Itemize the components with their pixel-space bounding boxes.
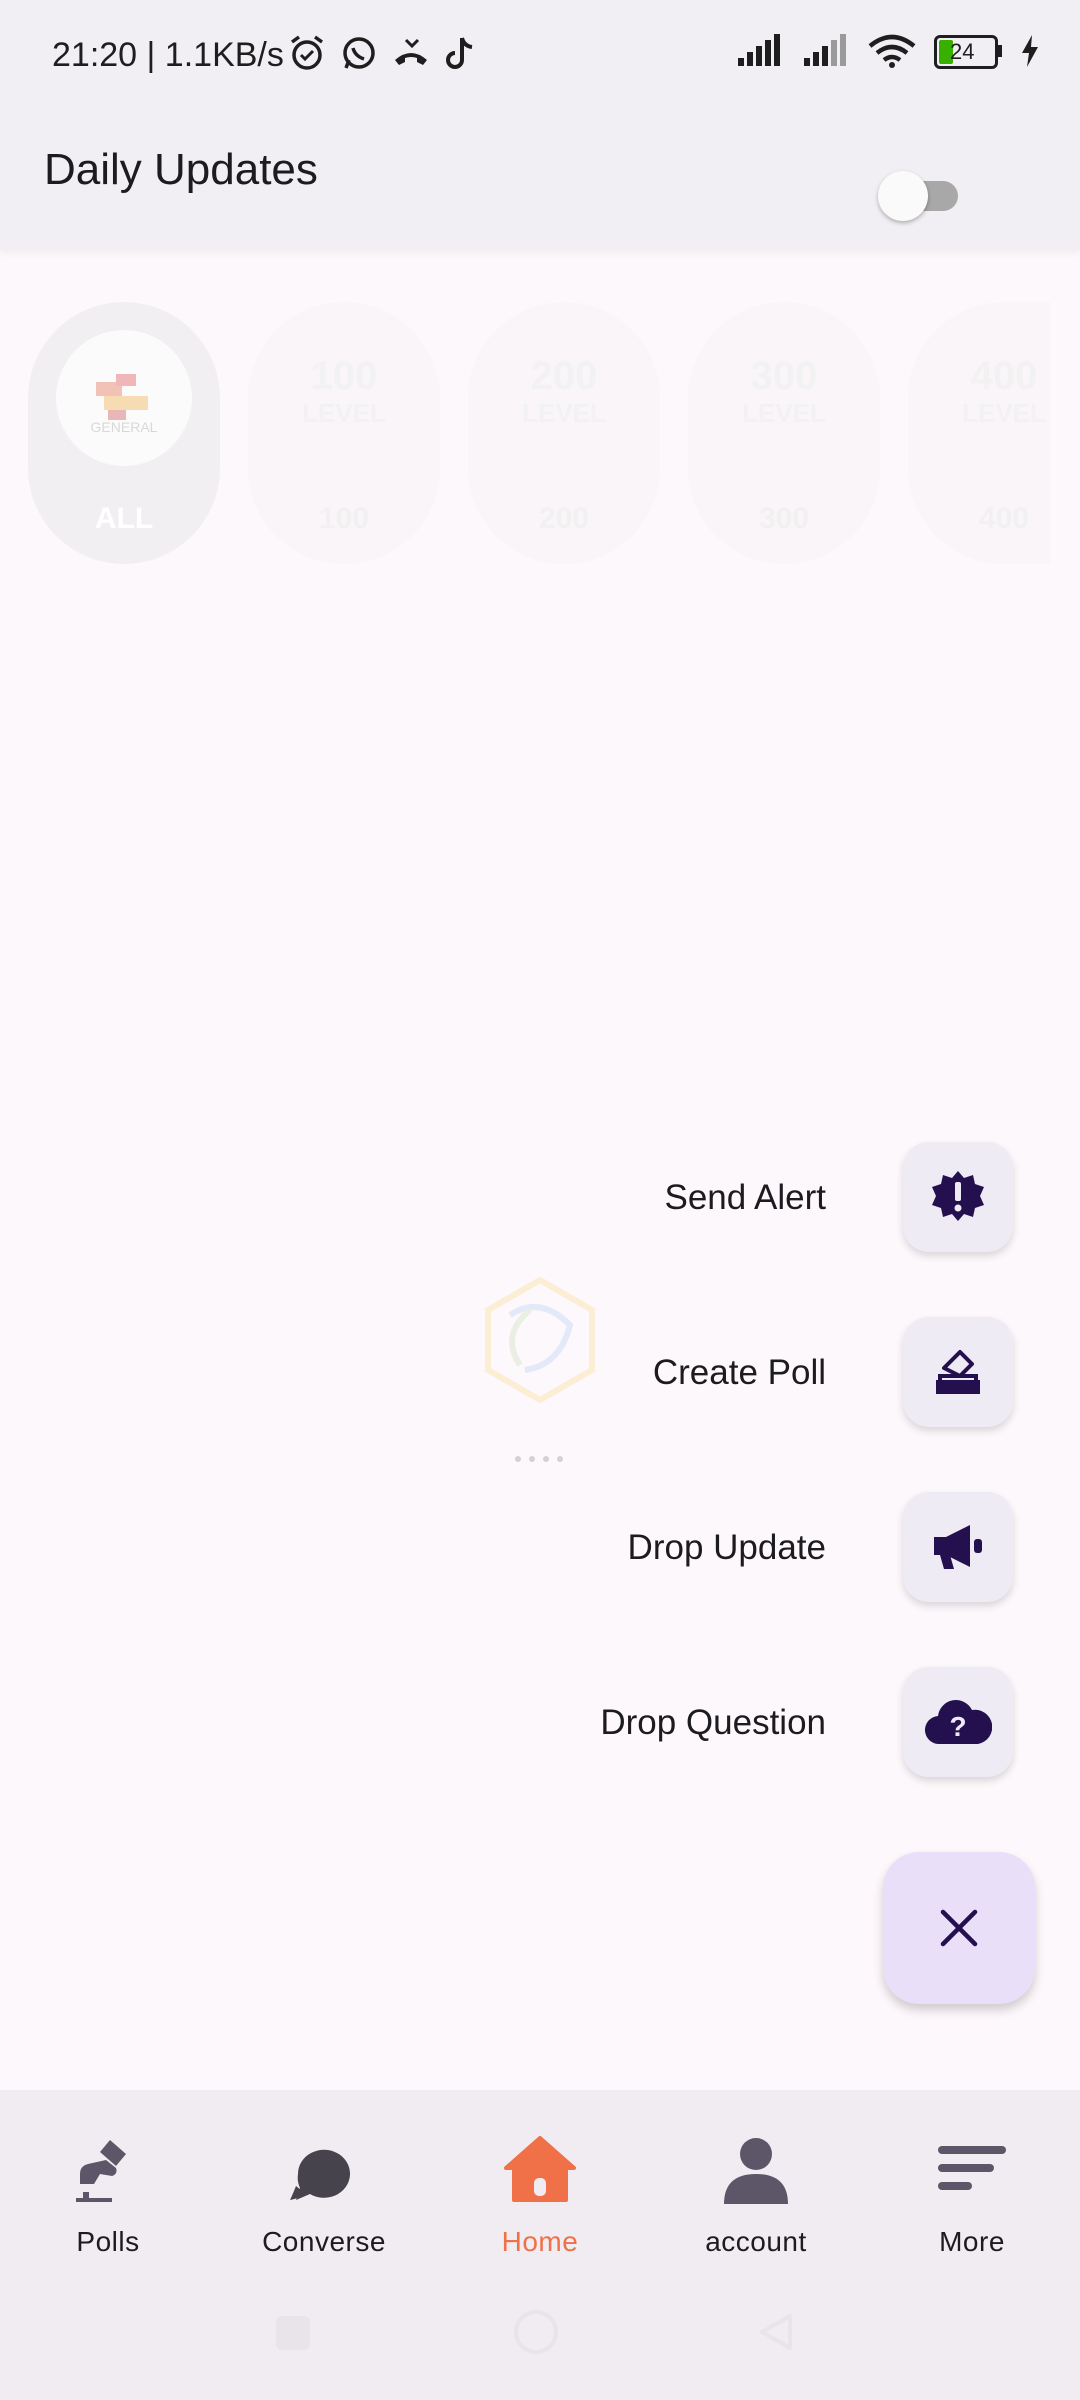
daily-updates-toggle[interactable] bbox=[878, 170, 968, 221]
level-chip-sub: LEVEL bbox=[302, 398, 386, 428]
hand-vote-icon bbox=[76, 2140, 126, 2202]
recents-button[interactable] bbox=[276, 2316, 310, 2350]
signal-icon-2 bbox=[804, 34, 846, 66]
create-poll-button[interactable] bbox=[903, 1317, 1013, 1427]
nav-item-more[interactable]: More bbox=[872, 2090, 1072, 2270]
alert-badge-icon bbox=[932, 1171, 984, 1221]
back-button[interactable] bbox=[758, 2312, 794, 2352]
nav-item-home[interactable]: Home bbox=[440, 2090, 640, 2270]
drop-update-label[interactable]: Drop Update bbox=[628, 1528, 826, 1568]
general-logo-text: GENERAL bbox=[91, 419, 158, 435]
tiktok-icon bbox=[446, 37, 473, 69]
nav-item-account[interactable]: account bbox=[656, 2090, 856, 2270]
nav-label-account: account bbox=[705, 2226, 807, 2257]
ballot-box-icon bbox=[936, 1350, 980, 1394]
level-chip-label: 300 bbox=[758, 502, 810, 535]
home-system-button[interactable] bbox=[514, 2310, 558, 2354]
nav-label-converse: Converse bbox=[262, 2226, 386, 2257]
send-alert-label[interactable]: Send Alert bbox=[665, 1178, 827, 1218]
fab-item-create-poll: Create Poll bbox=[0, 1317, 1080, 1432]
chat-bubbles-icon bbox=[290, 2149, 350, 2200]
fab-item-drop-question: Drop Question ? bbox=[0, 1667, 1080, 1782]
missed-call-icon bbox=[395, 38, 427, 65]
drop-question-label[interactable]: Drop Question bbox=[600, 1703, 826, 1743]
level-chip-400[interactable]: 400 LEVEL 400 bbox=[908, 302, 1050, 564]
megaphone-icon bbox=[934, 1525, 982, 1569]
bottom-nav: Polls Converse Home account More bbox=[0, 2090, 1080, 2270]
level-chip-all[interactable]: GENERAL ALL bbox=[28, 302, 220, 564]
charging-icon bbox=[1022, 35, 1038, 67]
battery-level: 24 bbox=[950, 39, 975, 64]
fab-item-send-alert: Send Alert bbox=[0, 1142, 1080, 1257]
level-chip-number: 300 bbox=[750, 354, 818, 398]
level-chip-label: ALL bbox=[94, 502, 154, 535]
svg-text:?: ? bbox=[949, 1711, 966, 1742]
status-time: 21:20 | 1.1KB/s bbox=[52, 36, 284, 74]
drop-update-button[interactable] bbox=[903, 1492, 1013, 1602]
person-icon bbox=[724, 2138, 788, 2204]
fab-item-drop-update: Drop Update bbox=[0, 1492, 1080, 1607]
alarm-icon bbox=[290, 35, 324, 70]
level-chip-label: 100 bbox=[318, 502, 370, 535]
nav-label-polls: Polls bbox=[76, 2226, 140, 2257]
level-chip-label: 200 bbox=[538, 502, 590, 535]
level-chip-sub: LEVEL bbox=[962, 398, 1046, 428]
level-chip-number: 200 bbox=[530, 354, 598, 398]
level-chip-100[interactable]: 100 LEVEL 100 bbox=[248, 302, 440, 564]
page-title: Daily Updates bbox=[44, 145, 318, 194]
nav-item-converse[interactable]: Converse bbox=[224, 2090, 424, 2270]
level-chip-sub: LEVEL bbox=[742, 398, 826, 428]
whatsapp-icon bbox=[343, 37, 375, 69]
wifi-icon bbox=[868, 34, 916, 68]
level-chip-label: 400 bbox=[978, 502, 1030, 535]
status-bar: 21:20 | 1.1KB/s 24 bbox=[0, 0, 1080, 115]
nav-label-more: More bbox=[939, 2226, 1005, 2257]
loading-dots-icon bbox=[515, 1456, 563, 1462]
close-fab-button[interactable] bbox=[883, 1852, 1035, 2004]
signal-icon bbox=[738, 34, 780, 66]
close-icon bbox=[940, 1909, 978, 1947]
app-bar: Daily Updates bbox=[0, 115, 1080, 250]
create-poll-label[interactable]: Create Poll bbox=[653, 1353, 826, 1393]
level-chip-sub: LEVEL bbox=[522, 398, 606, 428]
cloud-question-icon: ? bbox=[924, 1700, 992, 1745]
send-alert-button[interactable] bbox=[903, 1142, 1013, 1252]
level-chip-number: 400 bbox=[970, 354, 1038, 398]
level-filter-list: GENERAL ALL 100 LEVEL 100 200 LEVEL 200 … bbox=[28, 302, 1050, 564]
system-nav-bar bbox=[0, 2270, 1080, 2400]
battery-icon: 24 bbox=[934, 35, 1002, 69]
level-chip-300[interactable]: 300 LEVEL 300 bbox=[688, 302, 880, 564]
level-chip-200[interactable]: 200 LEVEL 200 bbox=[468, 302, 660, 564]
nav-item-polls[interactable]: Polls bbox=[8, 2090, 208, 2270]
level-chip-number: 100 bbox=[310, 354, 378, 398]
nav-label-home: Home bbox=[501, 2226, 579, 2257]
home-icon bbox=[504, 2136, 576, 2202]
menu-lines-icon bbox=[938, 2146, 1006, 2190]
general-logo: GENERAL bbox=[56, 330, 192, 466]
drop-question-button[interactable]: ? bbox=[903, 1667, 1013, 1777]
